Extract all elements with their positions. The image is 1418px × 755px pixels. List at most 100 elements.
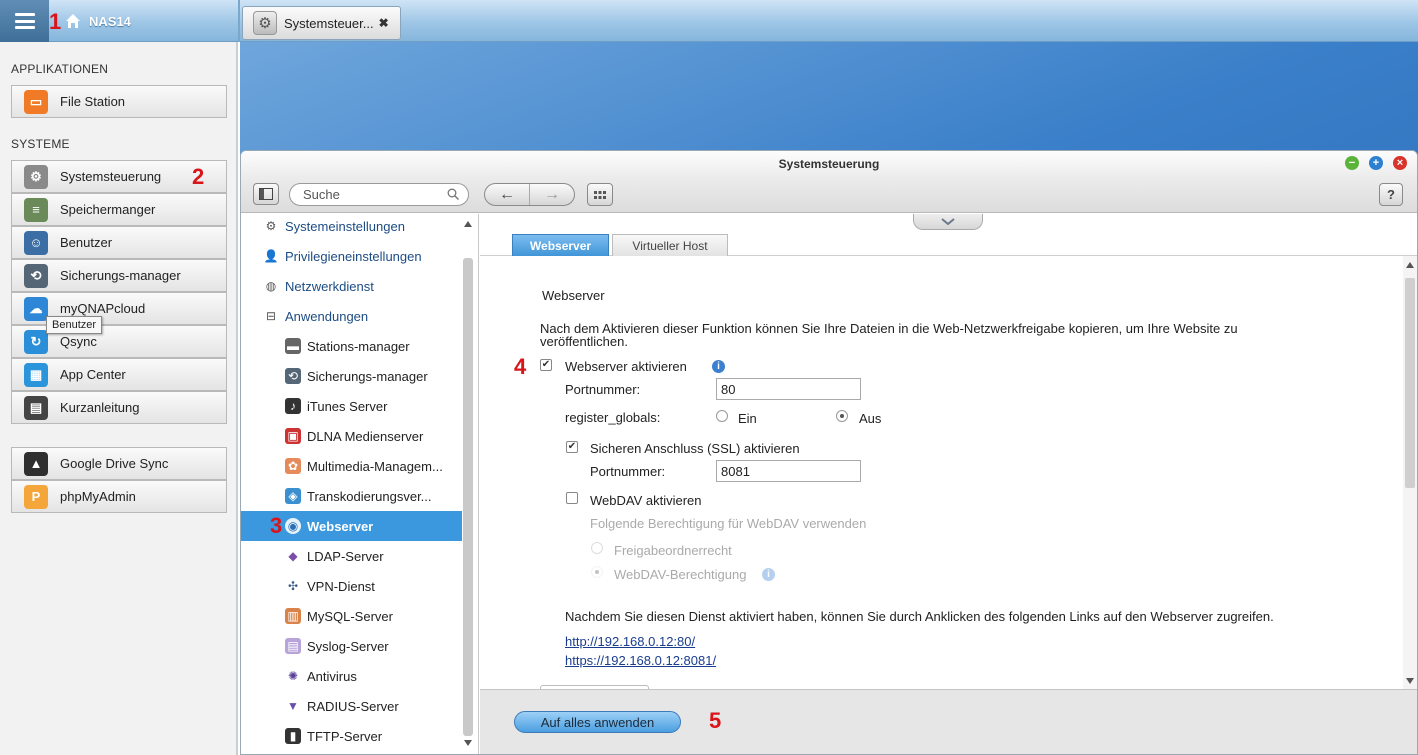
tree-item-tftp-server[interactable]: ▮ TFTP-Server: [241, 721, 462, 751]
tree-item-label: Systemeinstellungen: [285, 218, 405, 234]
tree-item-label: Sicherungs-manager: [307, 368, 428, 384]
link-intro-text: Nachdem Sie diesen Dienst aktiviert habe…: [565, 609, 1274, 624]
chevron-down-icon: [941, 218, 955, 225]
apps-grid-button[interactable]: [587, 183, 613, 206]
scroll-up-icon[interactable]: [1406, 262, 1414, 268]
backup-icon: ⟲: [24, 263, 48, 288]
register-globals-label: register_globals:: [565, 410, 661, 425]
webdav-permission-label: Folgende Berechtigung für WebDAV verwend…: [590, 516, 867, 531]
close-window-icon[interactable]: ×: [1393, 156, 1407, 170]
tree-item-label: iTunes Server: [307, 398, 388, 414]
sidebar-item-label: Kurzanleitung: [60, 400, 140, 415]
annotation-3: 3: [270, 513, 283, 538]
register-globals-off-radio[interactable]: [836, 410, 848, 422]
tree-item-label: Stations-manager: [307, 338, 410, 354]
tree-item-antivirus[interactable]: ✺ Antivirus: [241, 661, 462, 691]
tree-item-itunes-server[interactable]: ♪ iTunes Server: [241, 391, 462, 421]
tab-virtueller-host[interactable]: Virtueller Host: [612, 234, 728, 257]
sidebar-item-phpmyadmin[interactable]: P phpMyAdmin: [11, 480, 227, 513]
tab-webserver[interactable]: Webserver: [512, 234, 609, 257]
content-scroll-thumb[interactable]: [1405, 278, 1415, 488]
tree-item-netzwerkdienst[interactable]: ◍ Netzwerkdienst: [241, 271, 462, 301]
sidebar-item-speichermanger[interactable]: ≡ Speichermanger: [11, 193, 227, 226]
tree-scroll-thumb[interactable]: [463, 258, 473, 736]
tree-item-vpn-dienst[interactable]: ✣ VPN-Dienst: [241, 571, 462, 601]
sidebar-item-myqnapcloud[interactable]: ☁ myQNAPcloud: [11, 292, 227, 325]
user-icon: ☺: [24, 230, 48, 255]
sidebar-item-label: Google Drive Sync: [60, 456, 169, 471]
annotation-5: 5: [709, 708, 722, 733]
tree-item-multimedia-management[interactable]: ✿ Multimedia-Managem...: [241, 451, 462, 481]
systemsteuerung-window: Systemsteuerung − + × ← → ? ⚙ Systemeinst…: [240, 150, 1418, 755]
database-icon: ▥: [285, 608, 301, 624]
webdav-enable-checkbox[interactable]: [566, 492, 578, 504]
taskbar-tab-systemsteuerung[interactable]: ⚙ Systemsteuer... ✖: [242, 6, 401, 40]
webserver-icon: ◉: [285, 518, 301, 534]
ssl-enable-checkbox[interactable]: ✔: [566, 441, 578, 453]
https-link[interactable]: https://192.168.0.12:8081/: [565, 653, 716, 668]
sidebar-item-systemsteuerung[interactable]: ⚙ Systemsteuerung 2: [11, 160, 227, 193]
tree-item-webserver[interactable]: 3 ◉ Webserver: [241, 511, 462, 541]
scroll-down-icon[interactable]: [1406, 678, 1414, 684]
port-input[interactable]: [716, 378, 861, 400]
sidebar-item-qsync[interactable]: ↻ Qsync: [11, 325, 227, 358]
tooltip: Benutzer: [46, 316, 103, 334]
sidebar-item-label: Benutzer: [60, 235, 113, 250]
sidebar-toggle-button[interactable]: [253, 183, 279, 205]
tree-item-sicherungs-manager[interactable]: ⟲ Sicherungs-manager: [241, 361, 462, 391]
collapse-handle[interactable]: [913, 214, 983, 230]
tftp-icon: ▮: [285, 728, 301, 744]
webdav-enable-label: WebDAV aktivieren: [590, 493, 702, 508]
google-drive-icon: ▲: [24, 451, 48, 476]
apply-all-button[interactable]: Auf alles anwenden: [514, 711, 681, 733]
radius-icon: ▼: [287, 699, 299, 713]
station-icon: ▬: [285, 338, 301, 354]
webserver-enable-checkbox[interactable]: ✔: [540, 359, 552, 371]
description-text-cont: veröffentlichen.: [540, 334, 628, 349]
sidebar-item-google-drive-sync[interactable]: ▲ Google Drive Sync: [11, 447, 227, 480]
tree-item-stations-manager[interactable]: ▬ Stations-manager: [241, 331, 462, 361]
back-button[interactable]: ←: [485, 184, 529, 205]
maximize-icon[interactable]: +: [1369, 156, 1383, 170]
tree-item-systemeinstellungen[interactable]: ⚙ Systemeinstellungen: [241, 214, 462, 241]
sidebar-item-app-center[interactable]: ▦ App Center: [11, 358, 227, 391]
tree-item-anwendungen[interactable]: ⊟ Anwendungen: [241, 301, 462, 331]
settings-tree: ⚙ Systemeinstellungen 👤 Privilegieneinstel…: [241, 214, 479, 754]
help-button[interactable]: ?: [1379, 183, 1403, 206]
tree-item-ldap-server[interactable]: ◆ LDAP-Server: [241, 541, 462, 571]
section-heading: Webserver: [542, 288, 605, 303]
sidebar-item-label: Qsync: [60, 334, 97, 349]
cloud-icon: ☁: [24, 296, 48, 321]
close-icon[interactable]: ✖: [379, 16, 389, 30]
webdav-permission-radio[interactable]: [591, 566, 603, 578]
info-icon[interactable]: i: [762, 568, 775, 581]
sidebar-item-label: myQNAPcloud: [60, 301, 146, 316]
sidebar-item-sicherungs-manager[interactable]: ⟲ Sicherungs-manager: [11, 259, 227, 292]
forward-button[interactable]: →: [529, 184, 574, 205]
tree-item-syslog-server[interactable]: ▤ Syslog-Server: [241, 631, 462, 661]
webdav-share-permission-radio[interactable]: [591, 542, 603, 554]
register-globals-on-radio[interactable]: [716, 410, 728, 422]
sidebar-item-kurzanleitung[interactable]: ▤ Kurzanleitung: [11, 391, 227, 424]
home-icon[interactable]: [65, 13, 81, 29]
sidebar-item-benutzer[interactable]: ☺ Benutzer: [11, 226, 227, 259]
info-icon[interactable]: i: [712, 360, 725, 373]
tree-item-radius-server[interactable]: ▼ RADIUS-Server: [241, 691, 462, 721]
tree-item-mysql-server[interactable]: ▥ MySQL-Server: [241, 601, 462, 631]
tree-item-transkodierung[interactable]: ◈ Transkodierungsver...: [241, 481, 462, 511]
scroll-up-icon[interactable]: [464, 221, 472, 227]
main-menu-button[interactable]: [0, 0, 49, 42]
ssl-port-input[interactable]: [716, 460, 861, 482]
port-label: Portnummer:: [565, 382, 641, 397]
window-toolbar: ← → ?: [241, 177, 1417, 213]
minimize-icon[interactable]: −: [1345, 156, 1359, 170]
tree-item-privilegieneinstellungen[interactable]: 👤 Privilegieneinstellungen: [241, 241, 462, 271]
sidebar-item-file-station[interactable]: ▭ File Station: [11, 85, 227, 118]
http-link[interactable]: http://192.168.0.12:80/: [565, 634, 695, 649]
user-icon: 👤: [263, 249, 279, 263]
tree-item-dlna-medienserver[interactable]: ▣ DLNA Medienserver: [241, 421, 462, 451]
gear-icon: ⚙: [265, 219, 277, 233]
annotation-2: 2: [192, 164, 205, 189]
scroll-down-icon[interactable]: [464, 740, 472, 746]
search-input[interactable]: [289, 183, 469, 206]
